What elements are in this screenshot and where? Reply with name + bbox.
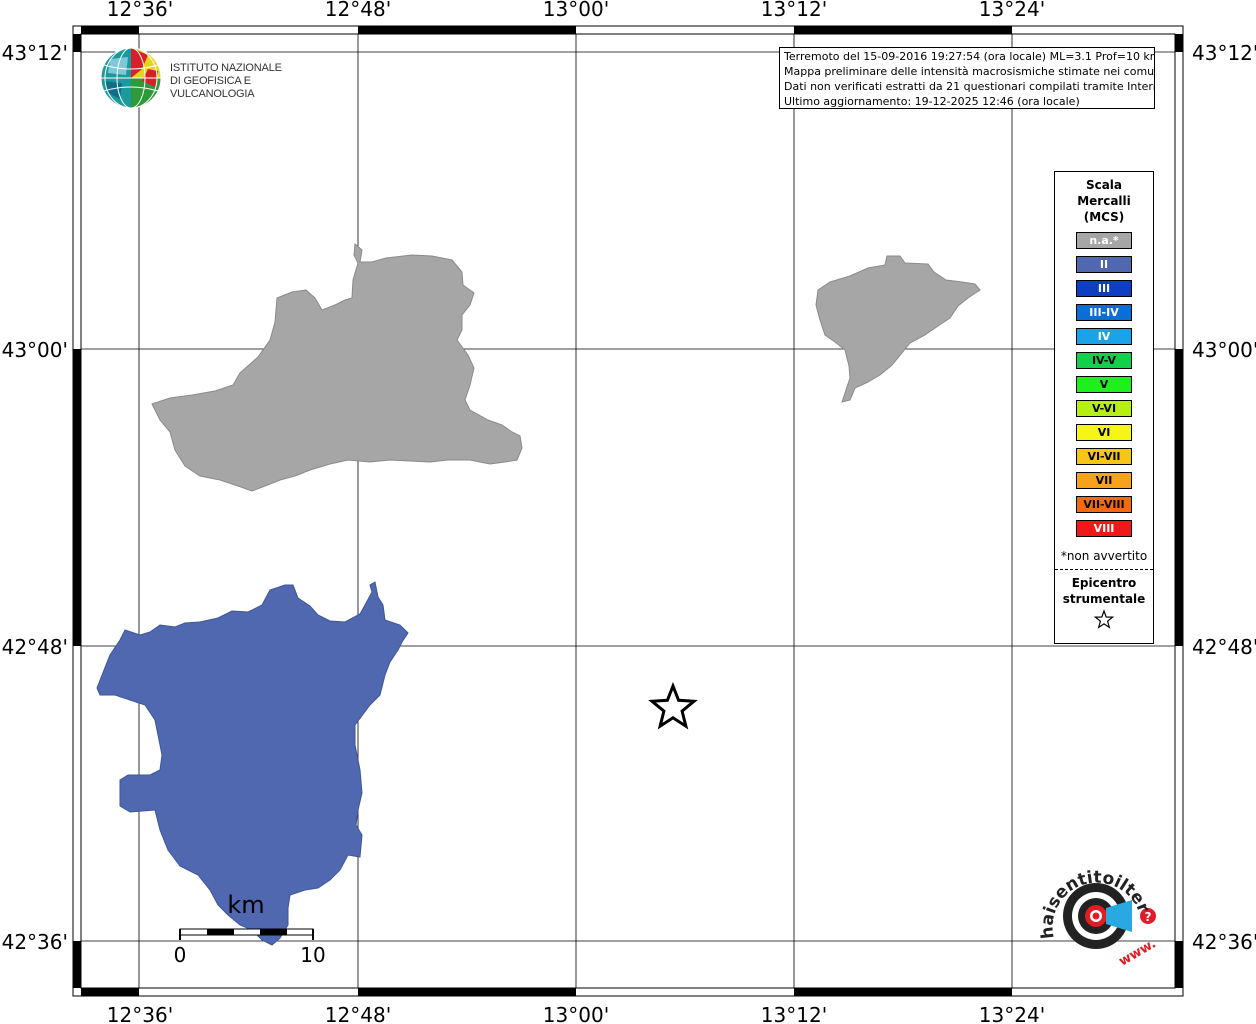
star-icon[interactable] xyxy=(648,681,698,730)
legend-item-11: VII xyxy=(1076,472,1132,489)
tick-label-lat-left-2: 43°00' xyxy=(2,338,68,362)
scale-bar: km 0 10 xyxy=(174,891,326,967)
tick-label-lat-left-3: 42°48' xyxy=(2,635,68,659)
tick-label-lon-bottom-2: 12°48' xyxy=(325,1003,391,1024)
legend-item-7: V xyxy=(1076,376,1132,393)
scale-bar-unit: km xyxy=(227,891,264,919)
tick-label-lat-right-1: 43°12' xyxy=(1192,41,1256,65)
municipality-gray-west[interactable] xyxy=(151,242,523,492)
tick-label-lon-top-2: 12°48' xyxy=(325,0,391,21)
bottom-longitude-labels: 12°36' 12°48' 13°00' 13°12' 13°24' xyxy=(107,1003,1045,1024)
legend-item-6: IV-V xyxy=(1076,352,1132,369)
hsit-logo[interactable]: ? haisentitoilterremoto.it www. xyxy=(1027,841,1159,976)
municipality-gray-east[interactable] xyxy=(815,255,981,403)
legend-item-2: II xyxy=(1076,256,1132,273)
event-info-line2: Mappa preliminare delle intensità macros… xyxy=(784,65,1155,78)
legend-items: n.a.* II III III-IV IV IV-V V V-VI VI VI-VII VII VI… xyxy=(1055,232,1153,537)
event-info-line3: Dati non verificati estratti da 21 quest… xyxy=(784,80,1155,93)
legend-epicenter-label: Epicentro strumentale xyxy=(1055,575,1153,607)
tick-label-lon-top-3: 13°00' xyxy=(543,0,609,21)
tick-label-lat-left-1: 43°12' xyxy=(2,41,68,65)
legend-epicenter-line2: strumentale xyxy=(1062,592,1146,606)
scale-bar-end: 10 xyxy=(300,943,325,967)
svg-text:?: ? xyxy=(1145,910,1152,924)
ingv-name-line1: ISTITUTO NAZIONALE xyxy=(170,62,282,74)
tick-label-lon-top-5: 13°24' xyxy=(979,0,1045,21)
legend-item-8: V-VI xyxy=(1076,400,1132,417)
legend-item-9: VI xyxy=(1076,424,1132,441)
legend-item-3: III xyxy=(1076,280,1132,297)
scale-bar-start: 0 xyxy=(174,943,187,967)
tick-label-lon-bottom-1: 12°36' xyxy=(107,1003,173,1024)
legend-note: *non avvertito xyxy=(1060,549,1148,563)
legend-star-container xyxy=(1055,609,1153,635)
top-longitude-labels: 12°36' 12°48' 13°00' 13°12' 13°24' xyxy=(107,0,1045,21)
tick-label-lat-right-4: 42°36' xyxy=(1192,930,1256,954)
tick-label-lat-right-3: 42°48' xyxy=(1192,635,1256,659)
legend-item-10: VI-VII xyxy=(1076,448,1132,465)
left-latitude-labels: 43°12' 43°00' 42°48' 42°36' xyxy=(2,41,68,954)
ingv-name-line2: DI GEOFISICA E VULCANOLOGIA xyxy=(170,75,255,100)
legend-title-line2: Mercalli xyxy=(1077,194,1131,208)
event-info-line1: Terremoto del 15-09-2016 19:27:54 (ora l… xyxy=(784,50,1155,63)
legend-item-12: VII-VIII xyxy=(1076,496,1132,513)
legend-item-13: VIII xyxy=(1076,520,1132,537)
tick-label-lat-right-2: 43°00' xyxy=(1192,338,1256,362)
right-latitude-labels: 43°12' 43°00' 42°48' 42°36' xyxy=(1192,41,1256,954)
globe-logo-icon xyxy=(100,47,162,109)
legend-separator xyxy=(1055,569,1153,570)
legend-title-line3: (MCS) xyxy=(1083,210,1125,224)
tick-label-lat-left-4: 42°36' xyxy=(2,930,68,954)
event-info-line4: Ultimo aggiornamento: 19-12-2025 12:46 (… xyxy=(784,95,1080,108)
legend-title: Scala Mercalli (MCS) xyxy=(1055,177,1153,225)
tick-label-lon-top-1: 12°36' xyxy=(107,0,173,21)
hsit-logo-icon: ? haisentitoilterremoto.it www. xyxy=(1027,841,1159,969)
legend-item-4: III-IV xyxy=(1076,304,1132,321)
ingv-name: ISTITUTO NAZIONALE DI GEOFISICA E VULCAN… xyxy=(170,62,320,101)
tick-label-lon-bottom-4: 13°12' xyxy=(761,1003,827,1024)
legend-item-1: n.a.* xyxy=(1076,232,1132,249)
tick-label-lon-top-4: 13°12' xyxy=(761,0,827,21)
tick-label-lon-bottom-3: 13°00' xyxy=(543,1003,609,1024)
tick-label-lon-bottom-5: 13°24' xyxy=(979,1003,1045,1024)
legend-item-5: IV xyxy=(1076,328,1132,345)
star-icon xyxy=(1093,609,1115,629)
event-info-box: Terremoto del 15-09-2016 19:27:54 (ora l… xyxy=(779,47,1155,109)
ingv-logo[interactable]: ISTITUTO NAZIONALE DI GEOFISICA E VULCAN… xyxy=(100,47,320,111)
legend-epicenter-line1: Epicentro xyxy=(1071,576,1137,590)
intensity-legend: Scala Mercalli (MCS) n.a.* II III III-IV IV I… xyxy=(1054,171,1154,644)
legend-title-line1: Scala xyxy=(1085,178,1123,192)
hsit-logo-prefix: www. xyxy=(1117,936,1157,969)
